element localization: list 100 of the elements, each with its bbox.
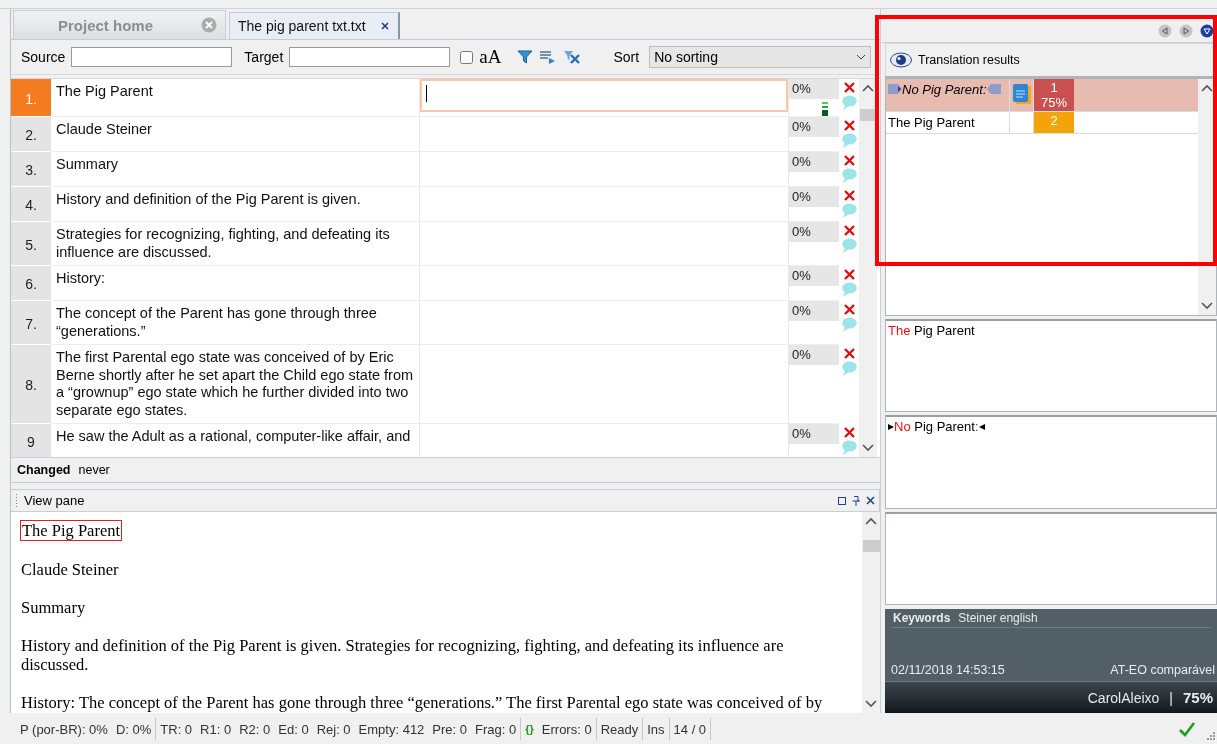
- next-icon[interactable]: [1179, 23, 1193, 38]
- target-field[interactable]: [289, 47, 451, 67]
- status-text: TR: 0: [160, 721, 193, 737]
- text-cursor: [426, 85, 427, 102]
- segment-number[interactable]: 8.: [11, 345, 51, 424]
- match-percent: 0%: [789, 301, 839, 321]
- grip-icon: [15, 493, 18, 508]
- status-text: 14 / 0: [673, 721, 707, 737]
- close-icon[interactable]: [379, 21, 390, 31]
- segment-number[interactable]: 2.: [11, 117, 51, 152]
- segment-number[interactable]: 5.: [11, 222, 51, 266]
- document-paragraph: Claude Steiner: [21, 560, 119, 579]
- status-text: Pre: 0: [432, 721, 468, 737]
- target-cell[interactable]: [420, 345, 789, 424]
- filter-icon[interactable]: [517, 49, 534, 65]
- segment-number[interactable]: 9: [11, 424, 51, 457]
- cross-icon[interactable]: [842, 154, 856, 167]
- match-percent: 0%: [789, 79, 839, 99]
- status-text: R1: 0: [200, 721, 232, 737]
- result-text: No Pig Parent:: [902, 81, 987, 97]
- preview-text: No Pig Parent:: [894, 419, 979, 435]
- status-text: Empty: 412: [358, 721, 425, 737]
- result-text: The Pig Parent: [888, 114, 975, 130]
- segment-number[interactable]: 6.: [11, 266, 51, 301]
- target-cell[interactable]: [420, 152, 789, 187]
- match-percent: 0%: [789, 222, 839, 242]
- cross-icon[interactable]: [842, 224, 856, 237]
- maximize-icon[interactable]: [838, 496, 846, 505]
- source-text: The concept of the Parent has gone through three “generations.”: [51, 301, 420, 345]
- resize-grip-icon[interactable]: [1207, 732, 1215, 740]
- preview-text: The Pig Parent: [888, 322, 975, 338]
- cross-icon[interactable]: [842, 303, 856, 316]
- pane-title: View pane: [24, 493, 86, 508]
- keywords-value: Steiner english: [958, 611, 1038, 626]
- document-paragraph: The Pig Parent: [20, 520, 123, 541]
- case-toggle[interactable]: aA: [479, 46, 502, 68]
- status-text: D: 0%: [115, 721, 152, 737]
- case-checkbox[interactable]: [460, 50, 474, 64]
- status-text: P (por-BR): 0%: [20, 721, 108, 737]
- status-text: Frag: 0: [475, 721, 517, 737]
- filter-remove-icon[interactable]: [563, 49, 582, 65]
- status-text: Ready: [600, 721, 639, 737]
- eye-icon: [890, 51, 912, 68]
- source-field[interactable]: [71, 47, 233, 67]
- scrollbar-thumb[interactable]: [862, 540, 880, 552]
- match-percent: 75%: [1182, 689, 1213, 706]
- segment-number[interactable]: 7.: [11, 301, 51, 345]
- status-text: Rej: 0: [316, 721, 351, 737]
- cross-icon[interactable]: [842, 81, 856, 94]
- tag-icon: [978, 423, 985, 432]
- tag-icon: [888, 81, 902, 96]
- tab[interactable]: The pig parent txt.txt: [229, 12, 400, 39]
- document-paragraph: History and definition of the Pig Parent is given. Strategies for recognizing, fighting, and defeating its influence are discussed.: [21, 636, 784, 674]
- target-cell[interactable]: [420, 222, 789, 266]
- chevron-down-icon: [856, 53, 867, 61]
- changed-label: Changed: [17, 463, 71, 477]
- cross-icon[interactable]: [842, 119, 856, 132]
- source-text: Summary: [51, 152, 420, 187]
- pin-icon[interactable]: [852, 495, 860, 506]
- sort-dropdown[interactable]: No sorting: [649, 46, 872, 68]
- segment-number[interactable]: 3.: [11, 152, 51, 187]
- status-bars-icon: [822, 102, 828, 116]
- tag-icon: [986, 81, 1001, 96]
- document-paragraph: Summary: [21, 598, 86, 617]
- keywords-label: Keywords: [893, 611, 951, 626]
- status-text: Errors: 0: [541, 721, 592, 737]
- check-icon: [1179, 721, 1195, 737]
- cross-icon[interactable]: [842, 347, 856, 360]
- match-percent: 0%: [789, 424, 839, 444]
- source-text: Strategies for recognizing, fighting, and defeating its influence are discussed.: [51, 222, 420, 266]
- document-paragraph: History: The concept of the Parent has gone through three “generations.” The first Parental ego state was conceived of by: [21, 693, 823, 712]
- target-cell[interactable]: [420, 301, 789, 345]
- source-text: History:: [51, 266, 420, 301]
- panel-title: Translation results: [918, 52, 1020, 67]
- close-icon[interactable]: [866, 496, 875, 505]
- match-percent: 0%: [789, 187, 839, 207]
- dropdown-icon[interactable]: [1200, 23, 1214, 38]
- result-row[interactable]: No Pig Parent: 1 75%: [886, 78, 1198, 112]
- status-text: Ed: 0: [278, 721, 309, 737]
- user-name: CarolAleixo: [1087, 689, 1160, 706]
- segment-number[interactable]: 4.: [11, 187, 51, 222]
- match-percent: 0%: [789, 152, 839, 172]
- status-text: R2: 0: [239, 721, 271, 737]
- cross-icon[interactable]: [842, 426, 856, 439]
- previous-icon[interactable]: [1158, 23, 1172, 38]
- result-row[interactable]: The Pig Parent 2: [886, 111, 1198, 134]
- target-label: Target: [244, 49, 284, 65]
- target-cell[interactable]: [420, 266, 789, 301]
- source-text: The first Parental ego state was conceived of by Eric Berne shortly after he set apart the Child ego state from a “grownup” ego state which he further divided into two separate ego states.: [51, 345, 420, 424]
- tag-icon: [888, 423, 894, 432]
- source-text: History and definition of the Pig Parent is given.: [51, 187, 420, 222]
- errors-icon: {}: [525, 723, 534, 735]
- target-cell[interactable]: [420, 117, 789, 152]
- match-percent: 0%: [789, 266, 839, 286]
- source-text: The Pig Parent: [51, 79, 420, 117]
- source-text: Claude Steiner: [51, 117, 420, 152]
- cross-icon[interactable]: [842, 189, 856, 202]
- target-cell[interactable]: [420, 187, 789, 222]
- timestamp: 02/11/2018 14:53:15: [891, 663, 1005, 677]
- cross-icon[interactable]: [842, 268, 856, 281]
